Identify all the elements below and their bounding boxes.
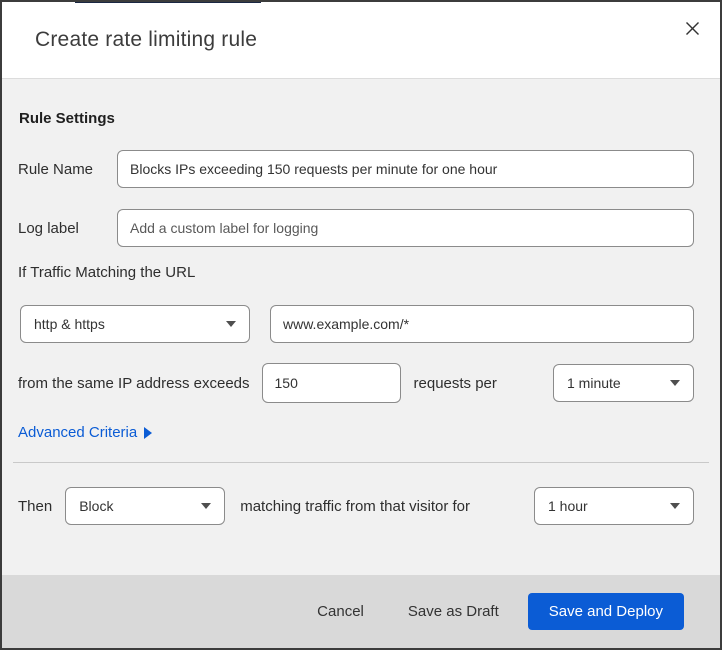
- close-icon: [685, 21, 700, 39]
- action-middle-text: matching traffic from that visitor for: [240, 497, 471, 515]
- rule-name-input[interactable]: [117, 150, 694, 188]
- period-select[interactable]: 1 minute: [553, 364, 694, 402]
- caret-down-icon: [226, 321, 236, 327]
- dialog-title: Create rate limiting rule: [35, 28, 258, 51]
- traffic-match-heading: If Traffic Matching the URL: [18, 264, 196, 281]
- duration-select[interactable]: 1 hour: [534, 487, 694, 525]
- chevron-right-icon: [144, 426, 153, 439]
- save-and-deploy-button[interactable]: Save and Deploy: [527, 593, 684, 630]
- section-divider: [13, 462, 709, 463]
- scheme-select-value: http & https: [34, 316, 105, 332]
- save-as-draft-button[interactable]: Save as Draft: [408, 603, 499, 620]
- caret-down-icon: [670, 503, 680, 509]
- url-match-row: http & https: [20, 305, 694, 343]
- url-pattern-input[interactable]: [270, 305, 694, 343]
- dialog-header: Create rate limiting rule: [2, 2, 720, 79]
- cancel-button[interactable]: Cancel: [317, 603, 364, 620]
- caret-down-icon: [201, 503, 212, 509]
- action-row: Then Block matching traffic from that vi…: [18, 487, 694, 525]
- threshold-prefix-text: from the same IP address exceeds: [18, 374, 250, 392]
- advanced-criteria-label: Advanced Criteria: [18, 424, 138, 441]
- action-select-value: Block: [79, 498, 114, 514]
- top-edge-accent: [75, 2, 261, 3]
- close-button[interactable]: [680, 18, 704, 42]
- section-heading-rule-settings: Rule Settings: [19, 110, 115, 127]
- log-label-input[interactable]: [117, 209, 694, 247]
- dialog-footer: Cancel Save as Draft Save and Deploy: [2, 575, 720, 648]
- log-label-label: Log label: [18, 219, 79, 237]
- rate-limit-dialog: Create rate limiting rule Rule Settings …: [0, 0, 722, 650]
- threshold-middle-text: requests per: [413, 374, 497, 392]
- scheme-select[interactable]: http & https: [20, 305, 250, 343]
- action-select[interactable]: Block: [65, 487, 226, 525]
- caret-down-icon: [670, 380, 680, 386]
- duration-select-value: 1 hour: [548, 498, 588, 514]
- requests-count-input[interactable]: [261, 363, 401, 403]
- rule-name-label: Rule Name: [18, 160, 94, 178]
- period-select-value: 1 minute: [567, 375, 621, 391]
- action-prefix-text: Then: [18, 497, 53, 515]
- threshold-row: from the same IP address exceeds request…: [18, 363, 694, 403]
- advanced-criteria-link[interactable]: Advanced Criteria: [18, 424, 153, 441]
